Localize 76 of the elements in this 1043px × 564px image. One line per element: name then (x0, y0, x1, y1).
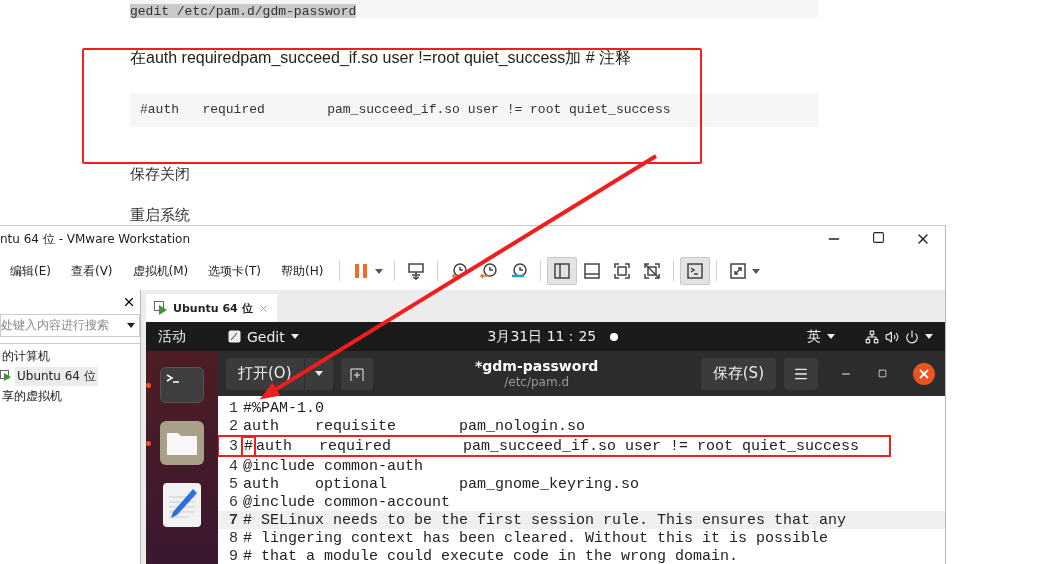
code-text: gedit /etc/pam.d/gdm-password (130, 4, 357, 18)
pencil-icon (228, 330, 241, 343)
caret-icon (127, 323, 135, 328)
placeholder-text: 处键入内容进行搜索 (1, 317, 109, 334)
app-menu[interactable]: Gedit (228, 328, 299, 345)
network-icon (865, 329, 879, 344)
folder-icon[interactable] (160, 421, 204, 465)
code-line: # SELinux needs to be the first session rule. This ensures that any (243, 511, 847, 529)
toolbar-button[interactable] (680, 257, 711, 285)
line-number: 4 (228, 457, 239, 475)
system-menu[interactable] (865, 329, 933, 344)
fullscreen-icon (612, 261, 633, 281)
paragraph: 重启系统 (130, 206, 190, 225)
tab[interactable]: Ubuntu 64 位 (146, 294, 277, 322)
monitor-icon (406, 261, 427, 281)
panel-icon (582, 261, 603, 281)
line-number: 6 (228, 493, 239, 511)
volume-icon (885, 329, 899, 344)
vm-icon (154, 301, 168, 315)
maximize-icon[interactable] (872, 231, 885, 244)
code-line: #%PAM-1.0 (243, 399, 324, 417)
text-editor-icon[interactable] (163, 483, 201, 527)
close-icon[interactable] (122, 295, 136, 309)
caret-icon (925, 334, 933, 339)
code-block: #auth required pam_succeed_if.so user != root quiet_success (130, 92, 818, 127)
code-line: auth requisite pam_nologin.so (243, 417, 586, 435)
line-number: 5 (228, 475, 239, 493)
code-line: # lingering context has been cleared. Without this it is possible (243, 529, 829, 547)
unity-icon (642, 261, 663, 281)
tree-item[interactable]: 享的虚拟机 (0, 386, 140, 406)
vm-icon (0, 370, 12, 382)
line-number: 3 (228, 437, 239, 455)
caret-icon (375, 268, 384, 274)
document-title: *gdm-password (474, 357, 599, 374)
line-number: 1 (228, 399, 239, 417)
instruction-text: 在auth requiredpam_succeed_if.so user !=root quiet_success加 # 注释 (130, 47, 632, 68)
console-icon (685, 261, 706, 281)
sidebar-icon (552, 261, 573, 281)
line-number: 8 (228, 529, 239, 547)
code-line: @include common-auth (243, 457, 424, 475)
code-line: # that a module could execute code in the wrong domain. (243, 547, 739, 564)
code-line: @include common-account (243, 493, 451, 511)
menu-button[interactable] (784, 357, 818, 390)
search-field[interactable]: 处键入内容进行搜索 (0, 314, 140, 337)
menu-item[interactable]: 查看(V) (60, 262, 123, 280)
line-number: 2 (228, 417, 239, 435)
save-button[interactable]: 保存(S) (700, 357, 776, 390)
open-button[interactable]: 打开(O) (226, 357, 304, 390)
clock[interactable]: 3月31日 11：25 (487, 327, 597, 346)
menu-item[interactable]: 编辑(E) (0, 262, 61, 280)
code-line: #auth required pam_succeed_if.so user != root quiet_success (243, 437, 860, 455)
new-tab-icon (349, 366, 364, 381)
window-title: ntu 64 位 - VMware Workstation (0, 230, 191, 248)
caret-icon (314, 371, 323, 376)
restore-icon[interactable] (878, 369, 887, 378)
menu-item[interactable]: 帮助(H) (270, 262, 334, 280)
toolbar-button[interactable] (547, 257, 578, 285)
close-icon[interactable] (913, 362, 935, 385)
stretch-icon (728, 261, 749, 281)
line-number: 7 (228, 511, 239, 529)
notification-dot-icon (610, 332, 619, 341)
paragraph: 保存关闭 (130, 165, 190, 184)
code-line: auth optional pam_gnome_keyring.so (243, 475, 640, 493)
menu-item[interactable]: 虚拟机(M) (122, 262, 199, 280)
new-tab-button[interactable] (340, 357, 373, 390)
clock-icon (479, 261, 500, 281)
line-number: 9 (228, 547, 239, 564)
input-method-menu[interactable]: 英 (807, 327, 835, 346)
menu-item[interactable]: 选项卡(T) (198, 262, 271, 280)
caret-icon (752, 268, 761, 274)
clock-icon (449, 261, 470, 281)
document-path: /etc/pam.d (504, 374, 570, 390)
power-icon (905, 329, 919, 344)
tree-item[interactable]: 的计算机 (0, 346, 140, 366)
terminal-icon[interactable] (160, 367, 204, 403)
activities-button[interactable]: 活动 (158, 327, 228, 346)
